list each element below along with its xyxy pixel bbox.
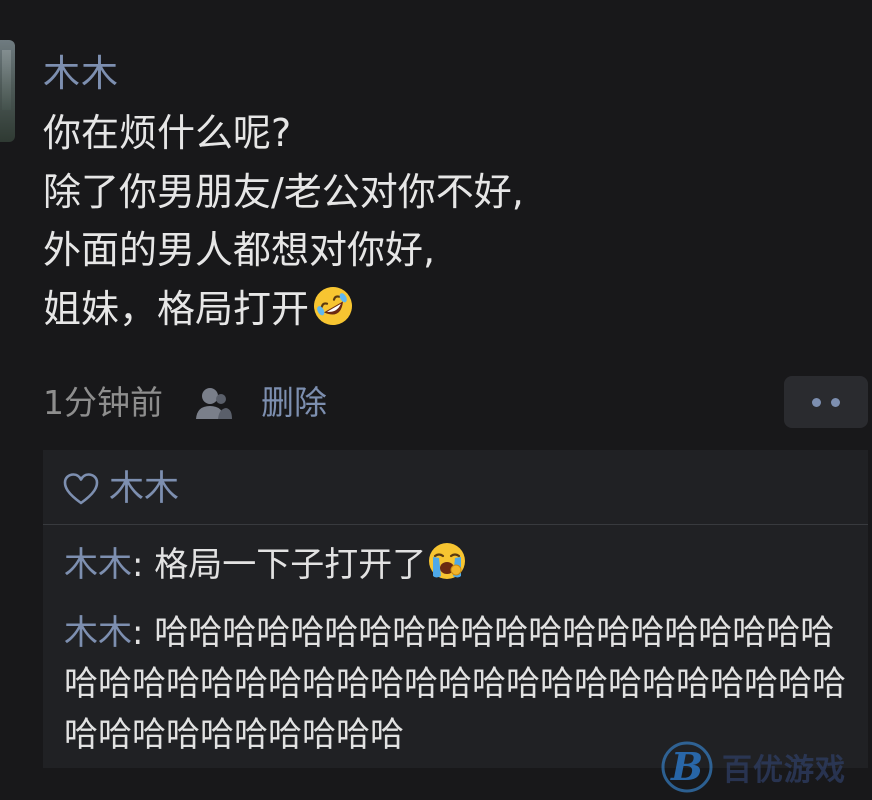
liker-name[interactable]: 木木 — [109, 464, 179, 514]
post-time: 1分钟前 — [43, 383, 163, 422]
post-line-text: 姐妹，格局打开 — [43, 286, 310, 331]
loudly-crying-emoji — [429, 543, 466, 579]
more-button[interactable] — [784, 376, 868, 428]
post-line: 外面的男人都想对你好, — [43, 228, 436, 272]
delete-link[interactable]: 删除 — [261, 378, 327, 428]
avatar[interactable] — [0, 40, 15, 142]
more-dots-icon — [812, 397, 821, 407]
comment-author[interactable]: 木木 — [64, 613, 132, 653]
rolling-on-floor-laughing-emoji — [314, 286, 353, 325]
comment-separator: : — [132, 613, 155, 653]
post-meta-row: 1分钟前 删除 — [43, 378, 327, 428]
person-icon[interactable] — [193, 385, 233, 421]
watermark-logo-icon: B — [661, 741, 713, 793]
heart-icon — [63, 473, 99, 505]
comment-text: 格局一下子打开了 — [154, 545, 427, 585]
post-line: 除了你男朋友/老公对你不好, — [43, 169, 524, 214]
comment-separator: : — [132, 545, 155, 585]
post-author-name[interactable]: 木木 — [43, 46, 119, 102]
comment-author[interactable]: 木木 — [64, 545, 132, 585]
moments-post-page: 木木 你在烦什么呢? 除了你男朋友/老公对你不好, 外面的男人都想对你好, 姐妹… — [0, 0, 872, 800]
watermark-logo-letter: B — [670, 744, 703, 789]
comment-item[interactable]: 木木: 格局一下子打开了 — [64, 540, 864, 591]
watermark-text: 百优游戏 — [722, 753, 846, 788]
divider — [43, 524, 868, 525]
watermark: B 百优游戏 — [656, 738, 868, 796]
comment-text: 哈哈哈哈哈哈哈哈哈哈哈哈哈哈哈哈哈哈哈哈哈哈哈哈哈哈哈哈哈哈哈哈哈哈哈哈哈哈哈哈… — [64, 613, 846, 755]
post-line-last: 姐妹，格局打开 — [43, 280, 803, 339]
post-content: 你在烦什么呢? 除了你男朋友/老公对你不好, 外面的男人都想对你好, 姐妹，格局… — [43, 104, 803, 338]
more-dots-icon — [831, 397, 840, 407]
likes-row: 木木 — [63, 464, 179, 514]
interaction-panel: 木木 木木: 格局一下子打开了 木木: 哈哈哈哈哈哈哈哈哈哈哈哈哈哈哈哈哈哈哈哈… — [43, 450, 868, 768]
post-line: 你在烦什么呢? — [43, 111, 292, 155]
